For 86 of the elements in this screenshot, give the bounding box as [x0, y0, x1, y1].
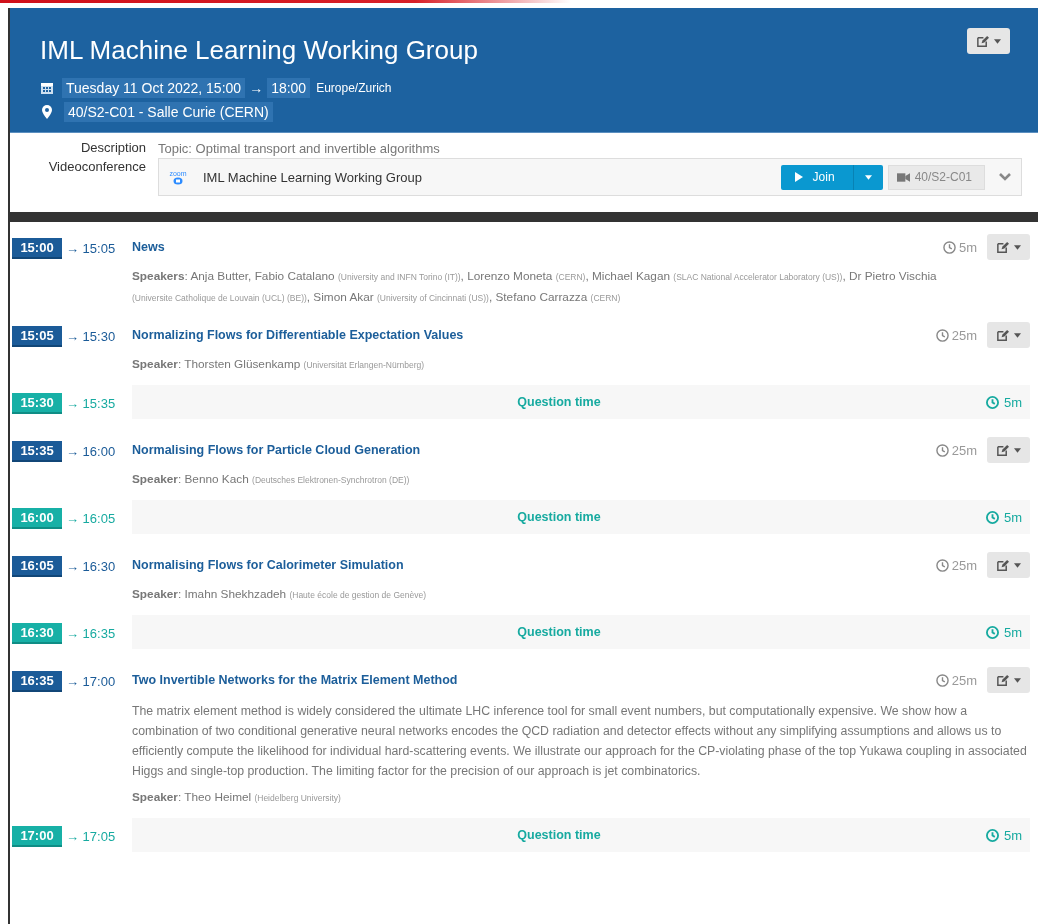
play-icon — [794, 172, 803, 182]
talk-title-link[interactable]: Normalising Flows for Calorimeter Simulation — [132, 558, 936, 572]
talk-title-link[interactable]: News — [132, 240, 943, 254]
edit-icon — [976, 34, 989, 48]
event-title: IML Machine Learning Working Group — [40, 34, 478, 66]
edit-menu-button[interactable] — [987, 437, 1030, 463]
end-time: → 16:00 — [66, 444, 116, 459]
caret-icon — [994, 38, 1001, 44]
end-time: 18:00 — [267, 78, 311, 98]
duration-text: 25m — [951, 442, 977, 458]
end-time: → 17:05 — [66, 829, 116, 844]
start-time-badge: 16:05 — [12, 556, 62, 577]
end-time: → 16:30 — [66, 559, 116, 574]
timezone: Europe/Zurich — [316, 81, 392, 95]
duration-text: 25m — [951, 327, 977, 343]
videoconference-label: Videoconference — [47, 158, 146, 174]
duration-text: 5m — [1003, 624, 1022, 640]
start-time-badge: 16:00 — [12, 508, 62, 529]
chevron-down-icon[interactable] — [999, 173, 1011, 181]
end-time: → 16:05 — [66, 511, 116, 526]
clock-icon — [942, 240, 956, 254]
start-date: Tuesday 11 Oct 2022, 15:00 — [62, 78, 246, 98]
speakers-line: Speaker: Theo Heimel (Heidelberg University) — [132, 789, 342, 806]
clock-icon — [935, 558, 949, 572]
start-time-badge: 15:05 — [12, 326, 62, 347]
calendar-icon — [40, 81, 54, 95]
edit-icon — [996, 443, 1009, 457]
talk-title-link[interactable]: Normalising Flows for Particle Cloud Generation — [132, 443, 936, 457]
speakers-line: Speaker: Benno Kach (Deutsches Elektronen-Synchrotron (DE)) — [132, 471, 411, 488]
duration-text: 5m — [958, 239, 977, 255]
edit-menu-button[interactable] — [987, 234, 1030, 260]
caret-icon — [1014, 562, 1021, 568]
duration-text: 25m — [951, 672, 977, 688]
description-label: Description — [79, 139, 146, 155]
clock-icon — [935, 673, 949, 687]
end-time: → 15:05 — [66, 241, 116, 256]
talk-abstract: The matrix element method is widely considered the ultimate LHC inference tool for small event numbers, but computationally expensive. We show how a combination of two conditional generative neural networks encodes the QCD radiation and detector effects without any simplifying assumptions and allows us to efficiently compute the likelihood for individual hard-scattering events. We illustrate our approach for the CP-violating phase of the top Yukawa coupling in associated Higgs and single-top production. The limiting factor for the precision of our approach is jet combinatorics. — [132, 703, 1028, 780]
end-time: → 15:30 — [66, 329, 116, 344]
edit-icon — [996, 328, 1009, 342]
edit-menu-button[interactable] — [967, 28, 1010, 54]
edit-menu-button[interactable] — [987, 552, 1030, 578]
map-pin-icon — [42, 105, 52, 119]
video-camera-icon — [896, 172, 910, 182]
start-time-badge: 16:30 — [12, 623, 62, 644]
break-title: Question time — [516, 510, 602, 524]
duration-text: 25m — [951, 557, 977, 573]
caret-icon — [1014, 244, 1021, 250]
speakers-line: Speakers: Anja Butter, Fabio Catalano (University and INFN Torino (IT)), Lorenzo Moneta (CERN), Michael Kagan (SLAC National Accelerator Laboratory (US)), Dr Pietro Vischia (Universite Catholique de Louvain (UCL) (BE)), Simon Akar (University of Cincinnati (US)), Stefano Carrazza (CERN) — [132, 268, 938, 306]
start-time-badge: 15:00 — [12, 238, 62, 259]
caret-icon — [1014, 677, 1021, 683]
start-time-badge: 17:00 — [12, 826, 62, 847]
duration-text: 5m — [1003, 827, 1022, 843]
start-time-badge: 15:30 — [12, 393, 62, 414]
start-time-badge: 16:35 — [12, 671, 62, 692]
edit-menu-button[interactable] — [987, 322, 1030, 348]
end-time: → 15:35 — [66, 396, 116, 411]
caret-icon — [1014, 332, 1021, 338]
duration-text: 5m — [1003, 394, 1022, 410]
break-title: Question time — [516, 828, 602, 842]
edit-icon — [996, 673, 1009, 687]
description-text: Topic: Optimal transport and invertible algorithms — [158, 140, 440, 156]
clock-icon — [985, 395, 999, 409]
clock-icon — [935, 328, 949, 342]
caret-icon — [1014, 447, 1021, 453]
clock-icon — [985, 625, 999, 639]
start-time-badge: 15:35 — [12, 441, 62, 462]
edit-icon — [996, 240, 1009, 254]
end-time: → 17:00 — [66, 674, 116, 689]
speakers-line: Speaker: Imahn Shekhzadeh (Haute école de gestion de Genève) — [132, 586, 427, 603]
join-dropdown-button[interactable] — [852, 164, 883, 190]
caret-icon — [864, 174, 872, 180]
clock-icon — [985, 510, 999, 524]
talk-title-link[interactable]: Two Invertible Networks for the Matrix Element Method — [132, 673, 936, 687]
duration-text: 5m — [1003, 509, 1022, 525]
edit-icon — [996, 558, 1009, 572]
talk-title-link[interactable]: Normalizing Flows for Differentiable Expectation Values — [132, 328, 936, 342]
clock-icon — [985, 828, 999, 842]
edit-menu-button[interactable] — [987, 667, 1030, 693]
arrow-text: → — [249, 80, 264, 96]
clock-icon — [935, 443, 949, 457]
event-location: 40/S2-C01 - Salle Curie (CERN) — [64, 102, 273, 122]
speakers-line: Speaker: Thorsten Glüsenkamp (Universität Erlangen-Nürnberg) — [132, 356, 426, 373]
break-title: Question time — [516, 395, 602, 409]
break-title: Question time — [516, 625, 602, 639]
videoconference-title: IML Machine Learning Working Group — [203, 169, 423, 185]
end-time: → 16:35 — [66, 626, 116, 641]
